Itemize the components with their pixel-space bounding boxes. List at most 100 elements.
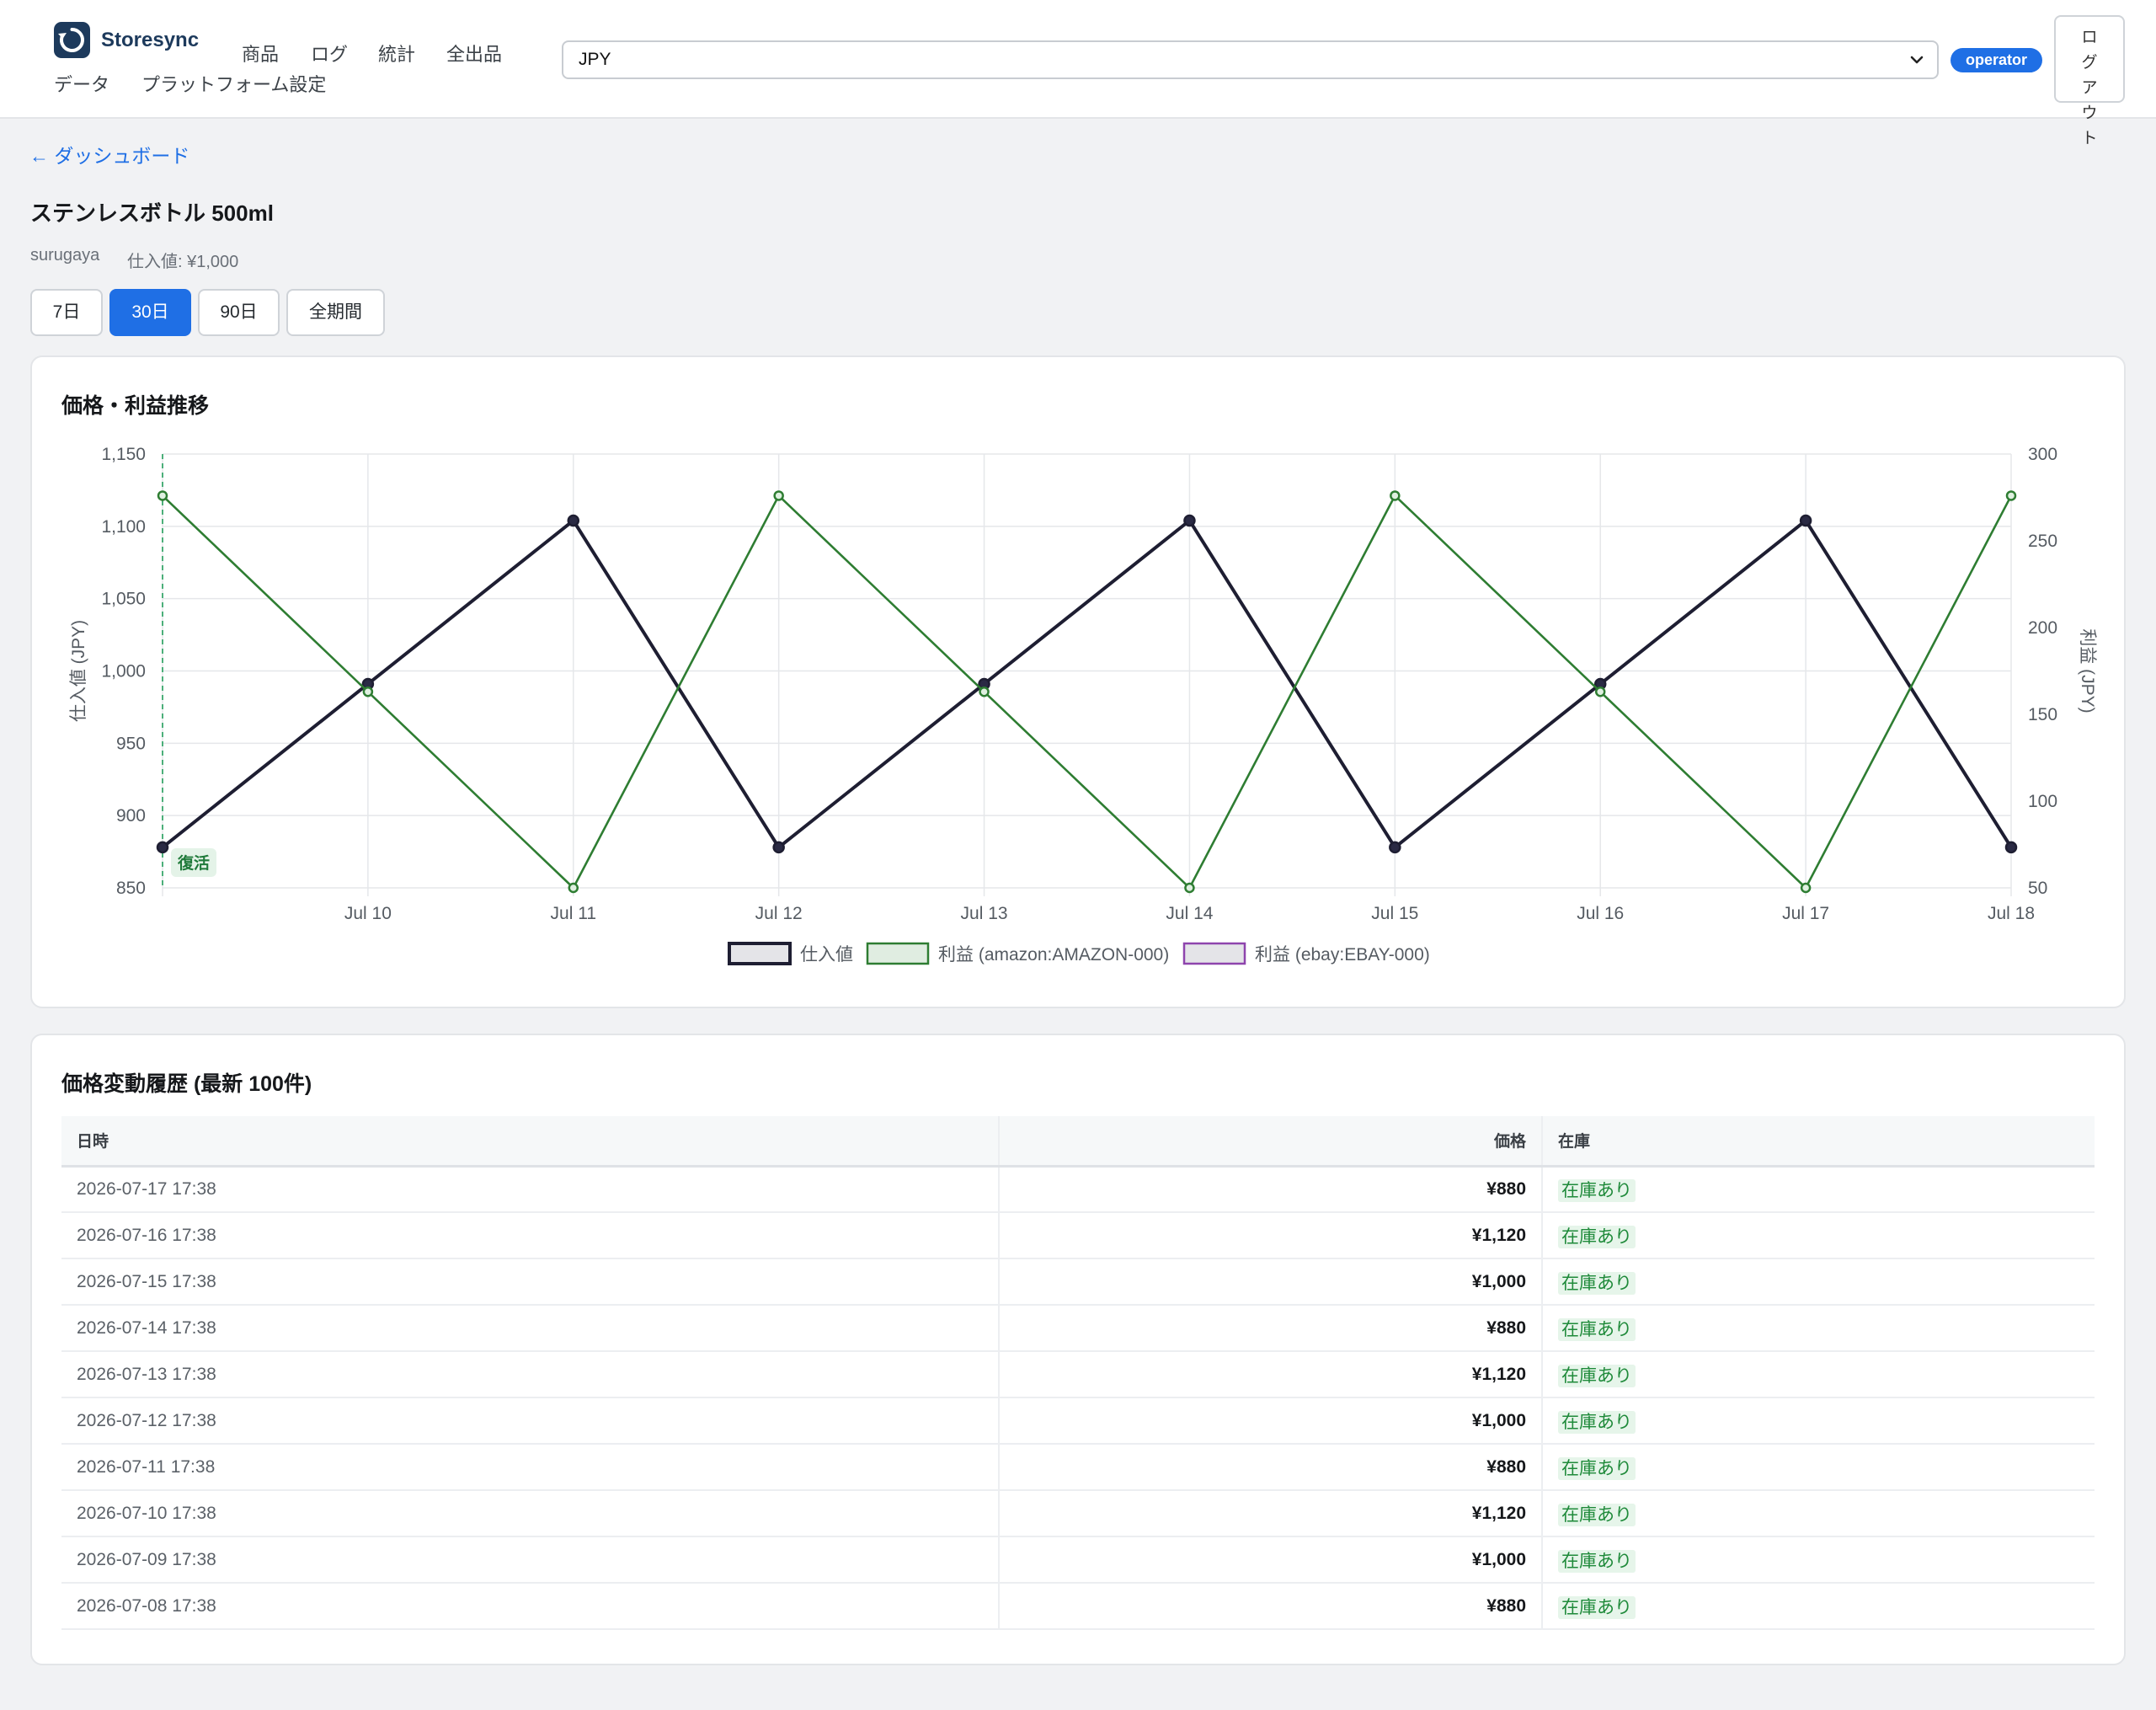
stock-status-badge: 在庫あり: [1558, 1178, 1636, 1202]
top-navbar: Storesync 商品 ログ 統計 全出品 データ プラットフォーム設定 JP…: [0, 0, 2156, 147]
data-point: [1594, 686, 1606, 697]
stock-status-badge: 在庫あり: [1558, 1456, 1636, 1480]
row-price: ¥1,000: [998, 1536, 1542, 1584]
row-date: 2026-07-10 17:38: [61, 1490, 999, 1537]
column-header-date: 日時: [61, 1116, 999, 1168]
range-7d-button[interactable]: 7日: [30, 289, 103, 336]
data-point: [772, 841, 785, 854]
row-date: 2026-07-09 17:38: [61, 1536, 999, 1584]
row-price: ¥880: [998, 1305, 1542, 1352]
y-left-tick-label: 850: [116, 879, 146, 898]
back-to-dashboard-link[interactable]: ← ダッシュボード: [29, 140, 189, 168]
row-price: ¥1,000: [998, 1397, 1542, 1445]
stock-status-badge: 在庫あり: [1558, 1317, 1636, 1341]
data-point: [568, 882, 579, 894]
currency-select-value: JPY: [579, 50, 611, 69]
row-date: 2026-07-11 17:38: [61, 1444, 999, 1491]
source-store: surugaya: [30, 246, 100, 265]
stock-status-badge: 在庫あり: [1558, 1595, 1636, 1619]
table-row: 2026-07-14 17:38 ¥880 在庫あり: [61, 1305, 2095, 1352]
legend-swatch: [866, 942, 930, 965]
range-30d-button[interactable]: 30日: [109, 289, 191, 336]
table-header-row: 日時 価格 在庫: [61, 1116, 2095, 1168]
table-row: 2026-07-13 17:38 ¥1,120 在庫あり: [61, 1351, 2095, 1398]
x-tick-label: Jul 12: [755, 904, 803, 923]
legend-label: 仕入値: [800, 945, 853, 965]
row-stock-cell: 在庫あり: [1541, 1490, 2095, 1537]
legend-label: 利益 (amazon:AMAZON-000): [938, 945, 1169, 965]
x-tick-label: Jul 16: [1577, 904, 1624, 923]
currency-select[interactable]: JPY: [562, 40, 1939, 79]
data-point: [362, 686, 374, 697]
nav-all-listings[interactable]: 全出品: [446, 40, 502, 67]
row-price: ¥1,120: [998, 1212, 1542, 1259]
table-row: 2026-07-12 17:38 ¥1,000 在庫あり: [61, 1397, 2095, 1445]
stock-status-badge: 在庫あり: [1558, 1225, 1636, 1248]
data-point: [1799, 514, 1812, 527]
row-price: ¥1,000: [998, 1258, 1542, 1306]
series-line-1: [162, 494, 2013, 890]
nav-data[interactable]: データ: [54, 70, 109, 97]
logout-label: ログアウト: [2081, 29, 2098, 147]
table-row: 2026-07-11 17:38 ¥880 在庫あり: [61, 1444, 2095, 1491]
row-date: 2026-07-15 17:38: [61, 1258, 999, 1306]
stock-status-badge: 在庫あり: [1558, 1271, 1636, 1295]
y-right-tick-label: 250: [2028, 532, 2057, 551]
stock-status-badge: 在庫あり: [1558, 1503, 1636, 1526]
stock-status-badge: 在庫あり: [1558, 1410, 1636, 1434]
data-point: [157, 490, 168, 501]
row-date: 2026-07-13 17:38: [61, 1351, 999, 1398]
data-point: [773, 490, 784, 501]
y-left-axis-title: 仕入値 (JPY): [69, 620, 88, 722]
x-tick-label: Jul 18: [1988, 904, 2035, 923]
row-stock-cell: 在庫あり: [1541, 1583, 2095, 1630]
sync-arrow-icon[interactable]: [54, 22, 90, 58]
legend-swatch: [728, 942, 792, 965]
y-right-tick-label: 100: [2028, 792, 2057, 811]
data-point: [2005, 490, 2017, 501]
column-header-price: 価格: [998, 1116, 1542, 1168]
nav-platform-settings[interactable]: プラットフォーム設定: [141, 70, 326, 97]
row-stock-cell: 在庫あり: [1541, 1166, 2095, 1213]
row-date: 2026-07-08 17:38: [61, 1583, 999, 1630]
x-tick-label: Jul 14: [1166, 904, 1213, 923]
table-row: 2026-07-15 17:38 ¥1,000 在庫あり: [61, 1258, 2095, 1306]
data-point: [1389, 841, 1401, 854]
data-point: [2004, 841, 2018, 854]
row-price: ¥880: [998, 1166, 1542, 1213]
y-left-tick-label: 1,150: [101, 445, 146, 464]
x-tick-label: Jul 15: [1371, 904, 1418, 923]
stock-status-badge: 在庫あり: [1558, 1364, 1636, 1387]
y-right-tick-label: 200: [2028, 618, 2057, 638]
stock-status-badge: 在庫あり: [1558, 1549, 1636, 1573]
price-history-card: 価格変動履歴 (最新 100件) 日時 価格 在庫 2026-07-17 17:…: [30, 1034, 2126, 1665]
nav-stats[interactable]: 統計: [378, 40, 415, 67]
legend-swatch: [1182, 942, 1246, 965]
history-card-title: 価格変動履歴 (最新 100件): [61, 1072, 312, 1096]
brand-name[interactable]: Storesync: [101, 29, 199, 52]
nav-products[interactable]: 商品: [242, 40, 279, 67]
row-stock-cell: 在庫あり: [1541, 1212, 2095, 1259]
annotation-label: 復活: [177, 853, 210, 873]
data-point: [156, 841, 169, 854]
row-date: 2026-07-16 17:38: [61, 1212, 999, 1259]
row-date: 2026-07-17 17:38: [61, 1166, 999, 1213]
row-date: 2026-07-14 17:38: [61, 1305, 999, 1352]
series-line-0: [161, 518, 2013, 849]
row-stock-cell: 在庫あり: [1541, 1258, 2095, 1306]
y-right-axis-title: 利益 (JPY): [2078, 628, 2097, 713]
data-point: [1390, 490, 1401, 501]
range-all-button[interactable]: 全期間: [286, 289, 385, 336]
cost-price: 仕入値: ¥1,000: [127, 253, 239, 271]
table-row: 2026-07-10 17:38 ¥1,120 在庫あり: [61, 1490, 2095, 1537]
logout-button[interactable]: ログアウト: [2054, 15, 2125, 147]
row-price: ¥1,120: [998, 1490, 1542, 1537]
row-stock-cell: 在庫あり: [1541, 1397, 2095, 1445]
product-title: ステンレスボトル 500ml: [30, 200, 274, 226]
legend-label: 利益 (ebay:EBAY-000): [1255, 945, 1430, 965]
data-point: [979, 686, 990, 697]
y-right-tick-label: 300: [2028, 445, 2057, 464]
data-point: [1800, 882, 1812, 894]
nav-logs[interactable]: ログ: [311, 40, 348, 67]
range-90d-button[interactable]: 90日: [198, 289, 280, 336]
